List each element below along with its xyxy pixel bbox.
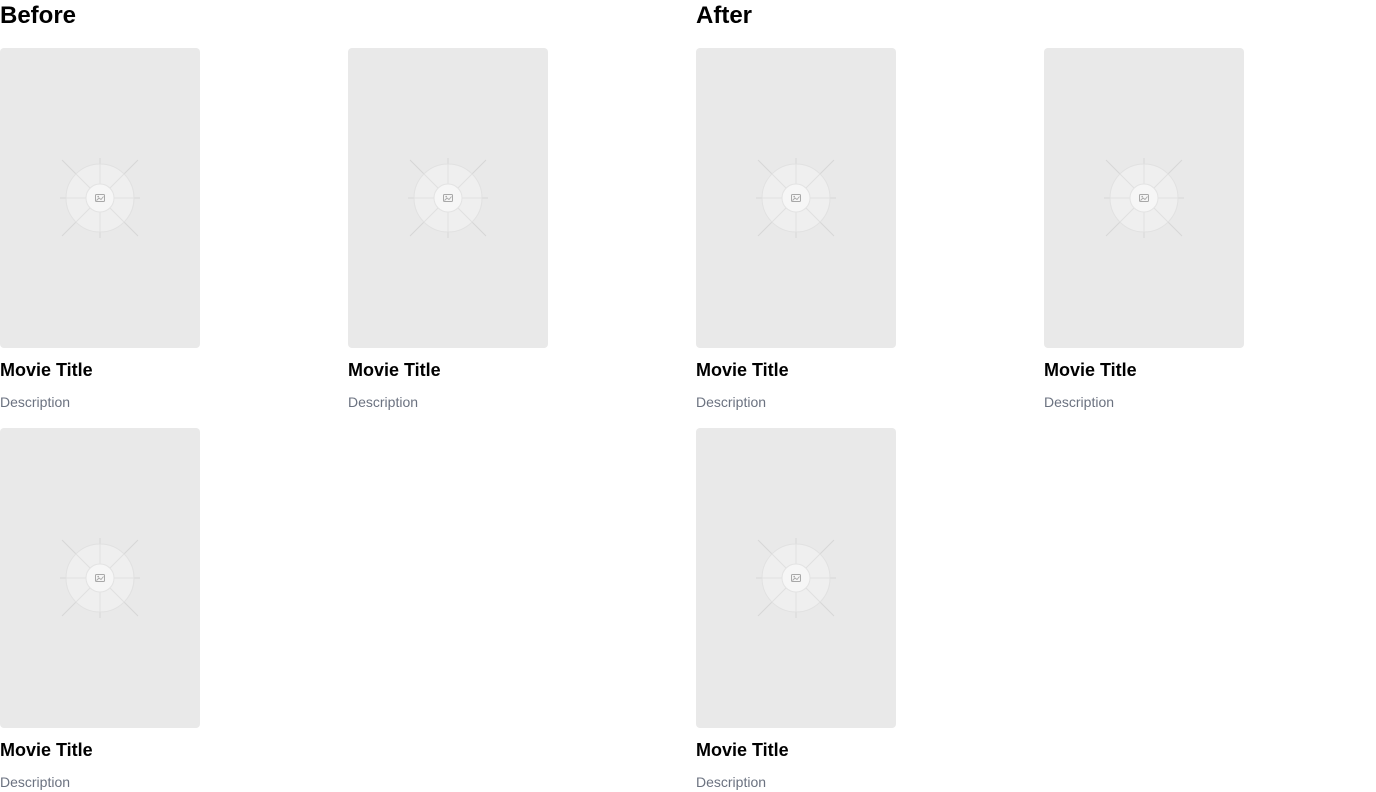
movie-title: Movie Title bbox=[696, 740, 789, 760]
movie-description: Description bbox=[348, 394, 419, 410]
movie-title: Movie Title bbox=[696, 360, 789, 380]
movie-card[interactable]: Movie Title Description bbox=[1044, 48, 1244, 410]
movie-poster bbox=[696, 48, 896, 348]
image-placeholder-icon bbox=[59, 157, 141, 239]
image-placeholder-icon bbox=[407, 157, 489, 239]
movie-card[interactable]: Movie Title Description bbox=[696, 48, 896, 410]
movie-description: Description bbox=[1044, 394, 1115, 410]
movie-poster bbox=[0, 428, 200, 728]
movie-title: Movie Title bbox=[1044, 360, 1137, 380]
movie-title: Movie Title bbox=[0, 740, 93, 760]
movie-description: Description bbox=[0, 394, 71, 410]
section-heading-before: Before bbox=[0, 2, 77, 29]
movie-card[interactable]: Movie Title Description bbox=[348, 48, 548, 410]
movie-poster bbox=[0, 48, 200, 348]
movie-poster bbox=[696, 428, 896, 728]
movie-card[interactable]: Movie Title Description bbox=[0, 48, 200, 410]
movie-title: Movie Title bbox=[0, 360, 93, 380]
movie-poster bbox=[348, 48, 548, 348]
movie-description: Description bbox=[696, 394, 767, 410]
movie-description: Description bbox=[696, 774, 767, 790]
movie-card[interactable]: Movie Title Description bbox=[0, 428, 200, 790]
image-placeholder-icon bbox=[755, 537, 837, 619]
movie-poster bbox=[1044, 48, 1244, 348]
image-placeholder-icon bbox=[755, 157, 837, 239]
image-placeholder-icon bbox=[59, 537, 141, 619]
movie-description: Description bbox=[0, 774, 71, 790]
image-placeholder-icon bbox=[1103, 157, 1185, 239]
movie-card[interactable]: Movie Title Description bbox=[696, 428, 896, 790]
section-heading-after: After bbox=[696, 2, 753, 29]
movie-title: Movie Title bbox=[348, 360, 441, 380]
